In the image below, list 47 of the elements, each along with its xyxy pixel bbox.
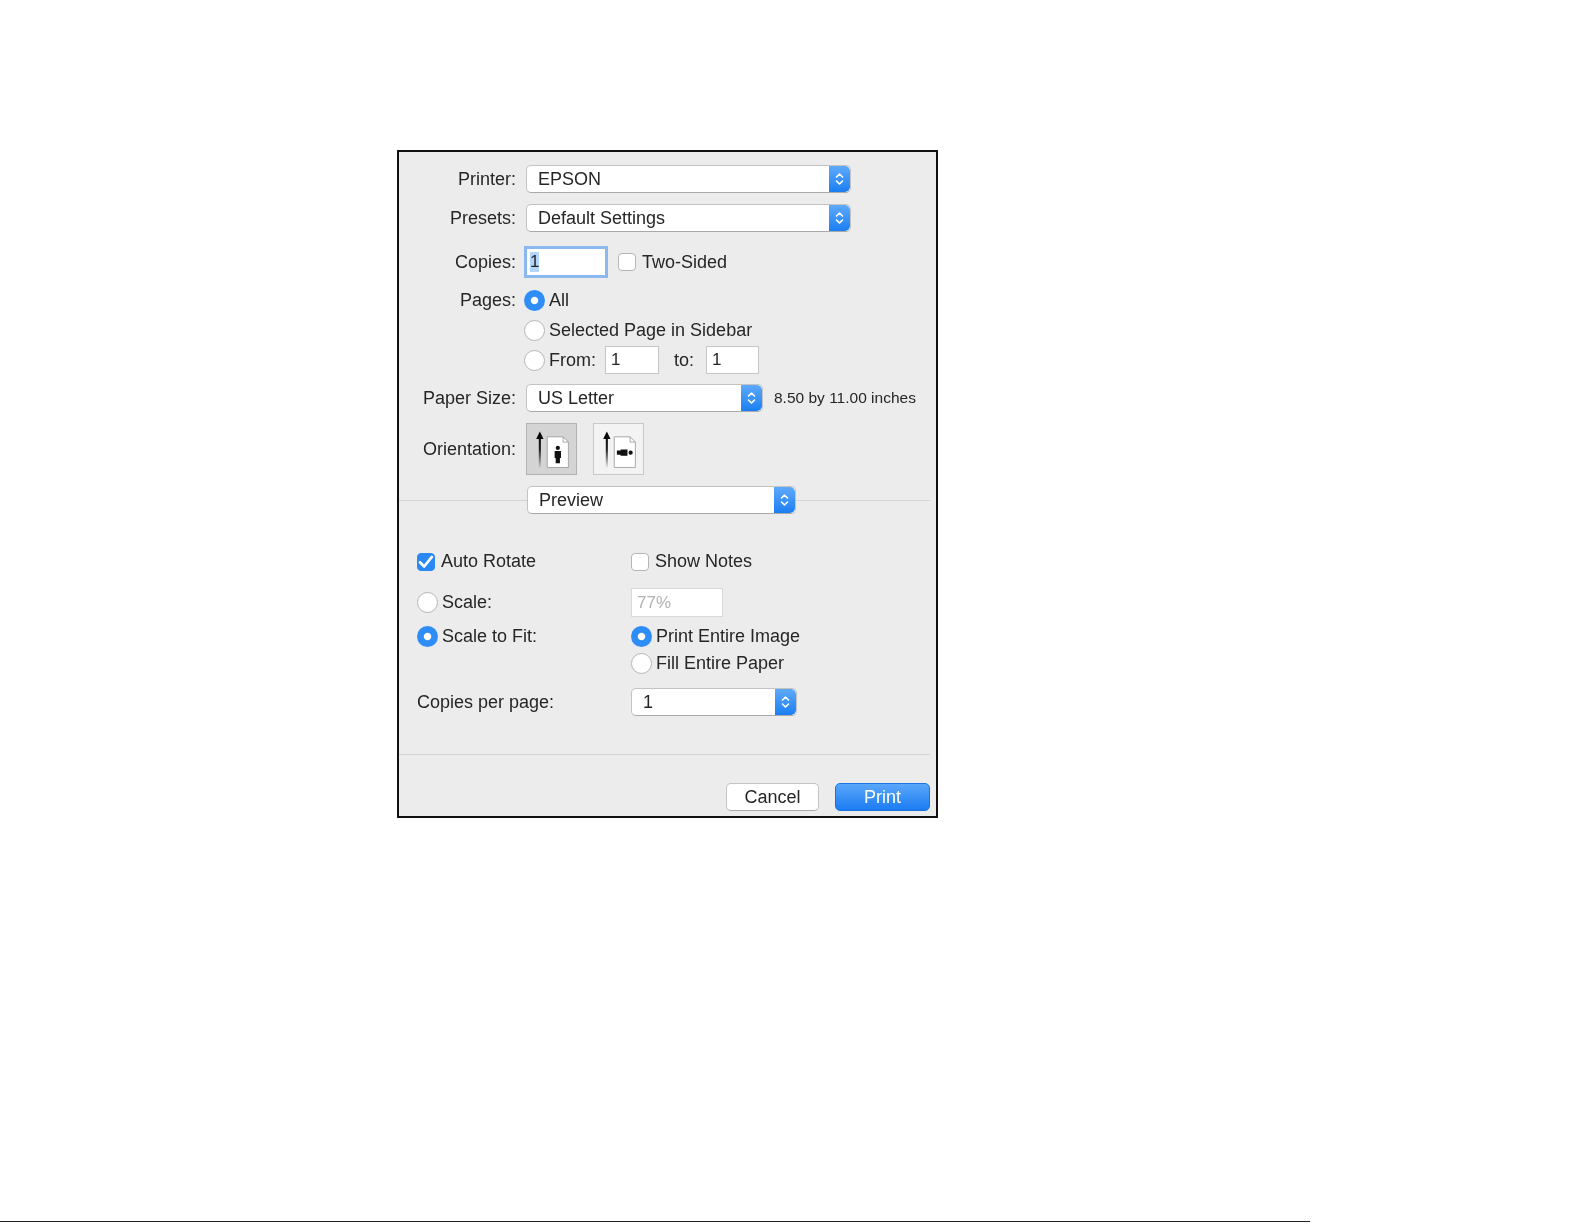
radio-label: Fill Entire Paper	[656, 652, 785, 674]
radio-label: Print Entire Image	[656, 625, 801, 647]
radio-label: From:	[549, 349, 596, 371]
presets-label: Presets:	[449, 207, 516, 229]
cancel-button[interactable]: Cancel	[726, 783, 819, 811]
section-dropdown[interactable]: Preview	[527, 486, 796, 514]
copies-label: Copies:	[454, 251, 516, 273]
printer-label: Printer:	[457, 168, 516, 190]
radio-label: Selected Page in Sidebar	[549, 319, 753, 341]
paper-size-label: Paper Size:	[422, 387, 516, 409]
up-down-chevrons-icon	[829, 166, 850, 192]
to-label: to:	[674, 349, 694, 371]
printer-dropdown[interactable]: EPSON	[526, 165, 851, 193]
radio-button[interactable]	[417, 625, 438, 647]
up-down-chevrons-icon	[774, 487, 795, 513]
radio-button[interactable]	[524, 349, 545, 371]
to-page-field[interactable]: 1	[706, 346, 759, 374]
radio-label: Scale:	[442, 592, 493, 613]
presets-dropdown[interactable]: Default Settings	[526, 204, 851, 232]
checkbox[interactable]	[417, 552, 435, 571]
pages-label: Pages:	[459, 289, 516, 311]
checkmark-icon	[418, 553, 434, 570]
radio-label: All	[549, 289, 569, 311]
radio-label: Scale to Fit:	[442, 625, 538, 647]
copies-per-page-label: Copies per page:	[417, 691, 555, 713]
orientation-button[interactable]	[593, 423, 644, 475]
checkbox-label: Two-Sided	[642, 251, 728, 273]
radio-button[interactable]	[631, 652, 652, 674]
radio-button[interactable]	[524, 319, 545, 341]
checkbox-label: Auto Rotate	[441, 551, 537, 572]
checkbox[interactable]	[618, 253, 636, 271]
from-page-field[interactable]: 1	[605, 346, 659, 374]
orientation-label: Orientation:	[422, 438, 516, 460]
radio-button[interactable]	[631, 625, 652, 647]
up-down-chevrons-icon	[775, 689, 796, 715]
up-down-chevrons-icon	[741, 385, 762, 411]
arrow-and-sideways-figure-page-icon	[601, 430, 636, 468]
checkbox[interactable]	[631, 552, 649, 571]
paper-dimensions-text: 8.50 by 11.00 inches	[774, 389, 916, 407]
orientation-button[interactable]	[526, 423, 577, 475]
paper-size-dropdown[interactable]: US Letter	[526, 384, 763, 412]
copies-per-page-dropdown[interactable]: 1	[631, 688, 797, 716]
arrow-and-upright-figure-page-icon	[534, 430, 569, 468]
checkbox-label: Show Notes	[655, 551, 753, 572]
copies-field[interactable]: 1	[524, 246, 608, 278]
radio-button[interactable]	[524, 289, 545, 311]
up-down-chevrons-icon	[829, 205, 850, 231]
